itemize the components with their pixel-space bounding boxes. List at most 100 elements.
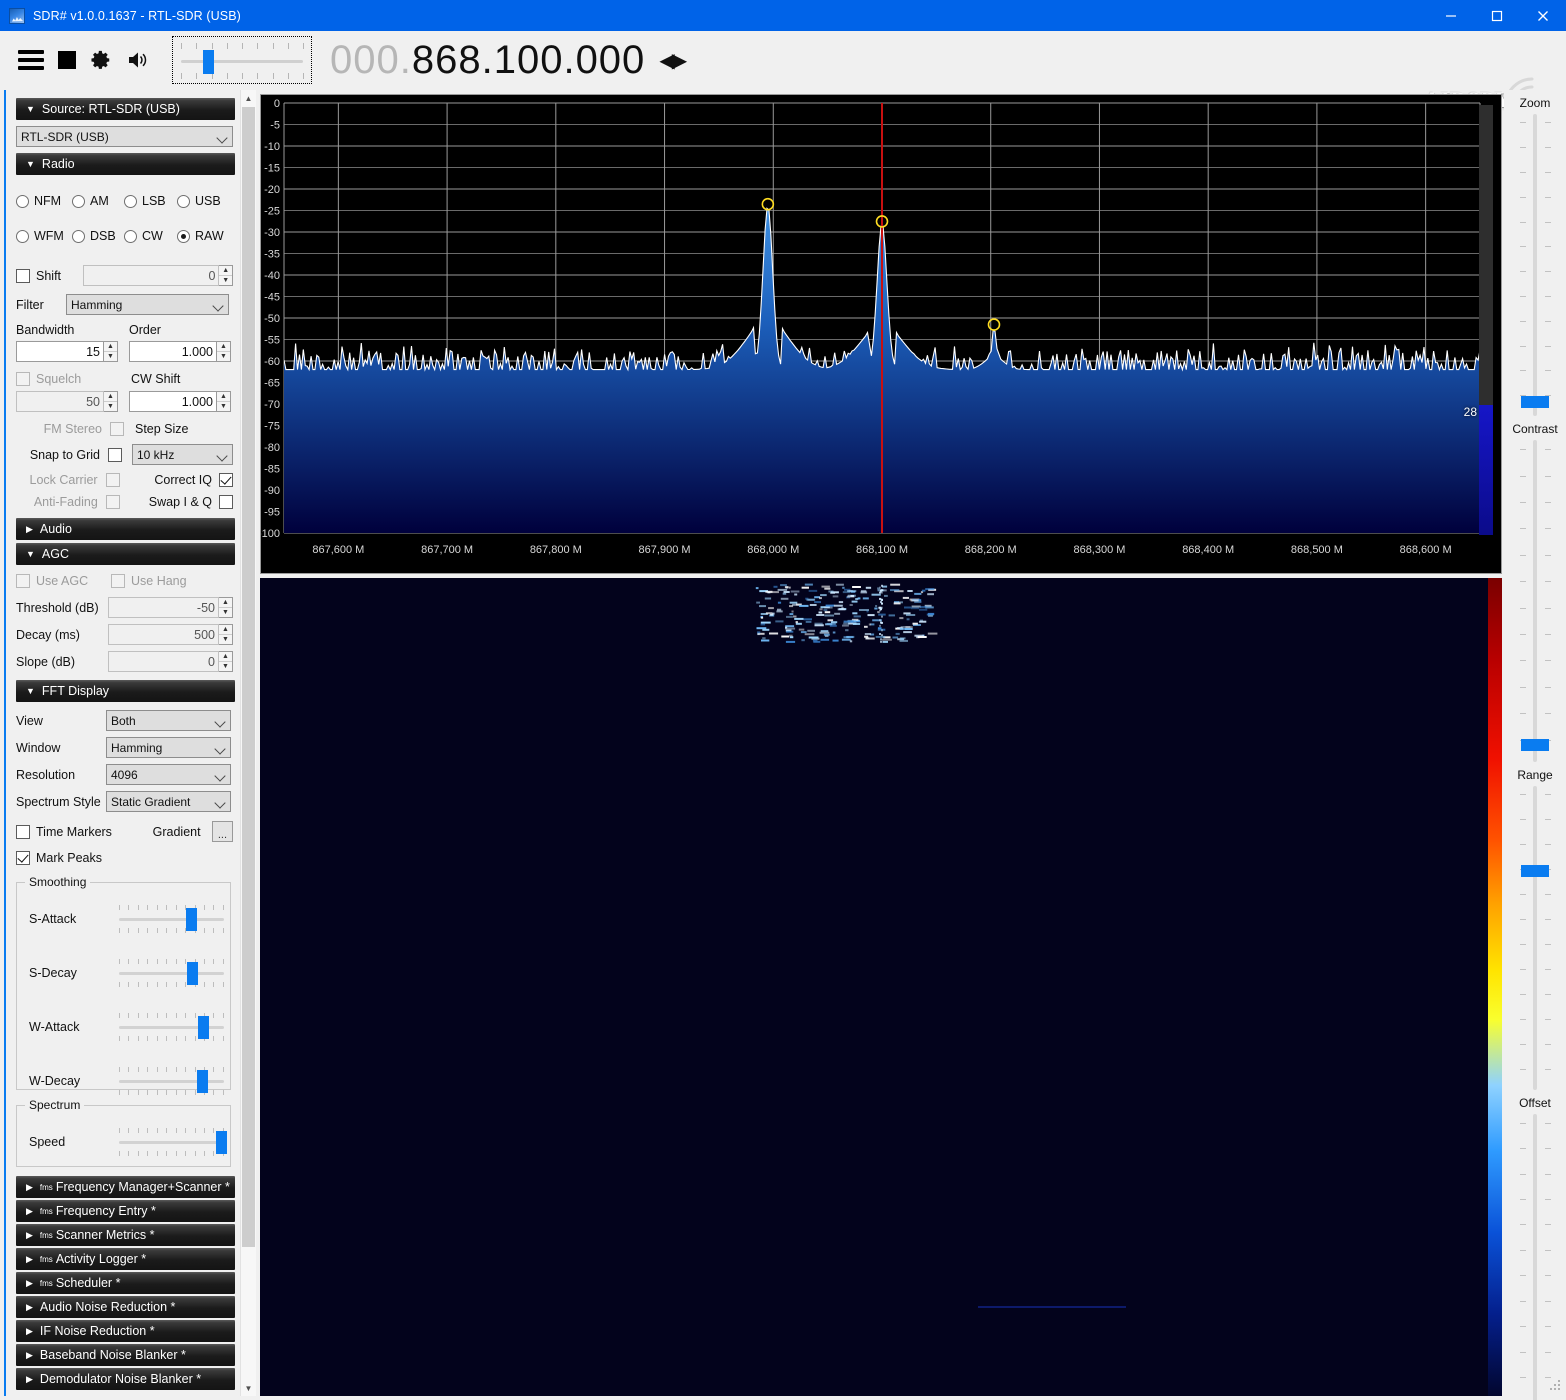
speaker-icon[interactable] (126, 49, 150, 71)
plugin-panel-baseband-noise-blanker[interactable]: ▶ Baseband Noise Blanker * (16, 1344, 235, 1366)
plugin-panel-frequency-entry[interactable]: ▶ fms Frequency Entry * (16, 1200, 235, 1222)
mark-peaks-label: Mark Peaks (36, 851, 102, 865)
order-input[interactable]: 1.000 (129, 341, 217, 362)
use-hang-checkbox[interactable] (111, 574, 125, 588)
view-select[interactable]: Both (106, 710, 231, 731)
expand-triangle-right-icon: ▶ (26, 1181, 33, 1192)
audio-panel-header[interactable]: ▶ Audio (16, 518, 235, 540)
zoom-slider[interactable] (1504, 110, 1566, 420)
decay-stepper[interactable]: ▲ ▼ (219, 624, 233, 645)
swap-iq-checkbox[interactable] (219, 495, 233, 509)
s-decay-slider[interactable] (118, 953, 224, 993)
mode-radio-raw[interactable]: RAW (177, 229, 224, 243)
mode-radio-dsb[interactable]: DSB (72, 229, 124, 243)
radio-panel-header[interactable]: ▼ Radio (16, 153, 235, 175)
slope-stepper[interactable]: ▲ ▼ (219, 651, 233, 672)
source-device-select[interactable]: RTL-SDR (USB) (16, 126, 233, 147)
mode-radio-nfm[interactable]: NFM (16, 194, 72, 208)
sidebar-scrollbar[interactable]: ▲ ▼ (240, 90, 256, 1396)
cw-shift-stepper[interactable]: ▲ ▼ (217, 391, 231, 412)
w-decay-slider[interactable] (118, 1061, 224, 1101)
minimize-button[interactable] (1428, 0, 1474, 31)
lock-carrier-checkbox[interactable] (105, 473, 120, 487)
range-slider[interactable] (1504, 782, 1566, 1094)
frequency-display[interactable]: 000. 868.100.000 ◀▶ (330, 38, 687, 83)
scrollbar-thumb[interactable] (242, 107, 255, 1247)
gear-icon[interactable] (90, 49, 112, 71)
main-toolbar: 000.868.100.000 ◀▶ AIRSPY (0, 31, 1566, 112)
order-stepper[interactable]: ▲ ▼ (217, 341, 231, 362)
mark-peaks-checkbox[interactable] (16, 851, 30, 865)
time-markers-checkbox[interactable] (16, 824, 30, 839)
mode-radio-usb[interactable]: USB (177, 194, 221, 208)
stop-icon[interactable] (58, 51, 76, 69)
speed-slider[interactable] (118, 1122, 227, 1162)
filter-select[interactable]: Hamming (66, 294, 229, 315)
s-attack-slider-thumb[interactable] (186, 908, 198, 931)
shift-checkbox[interactable] (16, 268, 30, 283)
plugin-panel-frequency-manager-scanner[interactable]: ▶ fms Frequency Manager+Scanner * (16, 1176, 235, 1198)
range-slider-thumb[interactable] (1521, 865, 1549, 877)
bandwidth-input[interactable]: 15 (16, 341, 104, 362)
svg-text:-10: -10 (264, 141, 280, 153)
squelch-checkbox[interactable] (16, 372, 30, 386)
mode-radio-wfm[interactable]: WFM (16, 229, 72, 243)
fm-stereo-checkbox[interactable] (110, 422, 124, 436)
svg-text:-55: -55 (264, 335, 280, 347)
s-decay-slider-thumb[interactable] (187, 962, 199, 985)
threshold-input[interactable]: -50 (108, 597, 219, 618)
mode-radio-cw[interactable]: CW (124, 229, 177, 243)
svg-text:868,200 M: 868,200 M (965, 544, 1017, 556)
volume-slider-thumb[interactable] (203, 50, 214, 74)
window-select[interactable]: Hamming (106, 737, 231, 758)
frequency-step-arrows-icon[interactable]: ◀▶ (659, 48, 687, 73)
use-agc-checkbox[interactable] (16, 574, 30, 588)
window-resize-grip[interactable] (1550, 1380, 1562, 1392)
bandwidth-stepper[interactable]: ▲ ▼ (104, 341, 118, 362)
offset-slider[interactable] (1504, 1110, 1566, 1400)
speed-slider-thumb[interactable] (215, 1131, 227, 1154)
plugin-panel-scanner-metrics[interactable]: ▶ fms Scanner Metrics * (16, 1224, 235, 1246)
gradient-button[interactable]: ... (211, 821, 234, 842)
source-panel-header[interactable]: ▼ Source: RTL-SDR (USB) (16, 98, 235, 120)
threshold-stepper[interactable]: ▲ ▼ (219, 597, 233, 618)
anti-fading-checkbox[interactable] (105, 495, 120, 509)
correct-iq-checkbox[interactable] (219, 473, 233, 487)
contrast-slider[interactable] (1504, 436, 1566, 766)
fft-display-panel-header[interactable]: ▼ FFT Display (16, 680, 235, 702)
w-decay-slider-thumb[interactable] (196, 1070, 208, 1093)
spectrum-style-select[interactable]: Static Gradient (106, 791, 231, 812)
resolution-select[interactable]: 4096 (106, 764, 231, 785)
waterfall-display[interactable] (260, 578, 1502, 1396)
shift-value-input[interactable]: 0 (83, 265, 220, 286)
agc-panel-header[interactable]: ▼ AGC (16, 543, 235, 565)
plugin-panel-activity-logger[interactable]: ▶ fms Activity Logger * (16, 1248, 235, 1270)
zoom-slider-thumb[interactable] (1521, 396, 1549, 408)
close-button[interactable] (1520, 0, 1566, 31)
mode-radio-am[interactable]: AM (72, 194, 124, 208)
cw-shift-input[interactable]: 1.000 (129, 391, 217, 412)
plugin-panel-if-noise-reduction[interactable]: ▶ IF Noise Reduction * (16, 1320, 235, 1342)
mode-radio-lsb[interactable]: LSB (124, 194, 177, 208)
squelch-input[interactable]: 50 (16, 391, 104, 412)
plugin-panel-audio-noise-reduction[interactable]: ▶ Audio Noise Reduction * (16, 1296, 235, 1318)
w-attack-slider[interactable] (118, 1007, 224, 1047)
volume-slider[interactable] (172, 36, 312, 84)
hamburger-menu-icon[interactable] (18, 50, 44, 70)
contrast-slider-thumb[interactable] (1521, 739, 1549, 751)
plugin-panel-demodulator-noise-blanker[interactable]: ▶ Demodulator Noise Blanker * (16, 1368, 235, 1390)
scroll-down-arrow-icon[interactable]: ▼ (241, 1380, 256, 1396)
scroll-up-arrow-icon[interactable]: ▲ (241, 90, 256, 106)
w-attack-slider-thumb[interactable] (197, 1016, 209, 1039)
shift-stepper[interactable]: ▲ ▼ (219, 265, 233, 286)
plugin-panel-scheduler[interactable]: ▶ fms Scheduler * (16, 1272, 235, 1294)
decay-input[interactable]: 500 (108, 624, 219, 645)
s-attack-slider[interactable] (118, 899, 224, 939)
step-size-select[interactable]: 10 kHz (132, 444, 233, 465)
maximize-button[interactable] (1474, 0, 1520, 31)
snap-to-grid-checkbox[interactable] (108, 447, 122, 462)
squelch-stepper[interactable]: ▲ ▼ (104, 391, 118, 412)
slope-input[interactable]: 0 (108, 651, 219, 672)
spectrum-style-label: Spectrum Style (16, 794, 101, 809)
spectrum-analyzer[interactable]: 0 -5 -10 -15 -20 -25 -30 -35 -40 -45 -50 -55 -60 -65 -… (260, 94, 1502, 574)
